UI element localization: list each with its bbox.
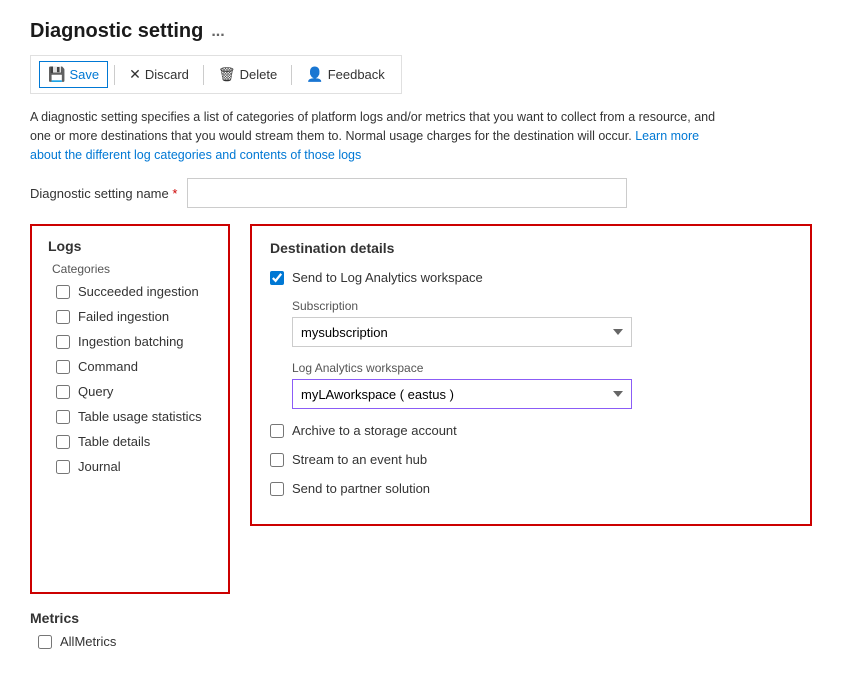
- log-checkbox-command[interactable]: [56, 360, 70, 374]
- delete-icon: 🗑: [218, 66, 236, 83]
- dest-option-archive: Archive to a storage account: [270, 423, 792, 438]
- title-ellipsis[interactable]: ...: [211, 23, 224, 41]
- description-text: A diagnostic setting specifies a list of…: [30, 110, 715, 143]
- delete-label: Delete: [240, 67, 278, 82]
- dest-label-event-hub[interactable]: Stream to an event hub: [292, 452, 427, 467]
- log-label-ingestion-batching[interactable]: Ingestion batching: [78, 334, 184, 349]
- discard-label: Discard: [145, 67, 189, 82]
- metric-checkbox-allmetrics[interactable]: [38, 635, 52, 649]
- dest-checkbox-log-analytics[interactable]: [270, 271, 284, 285]
- setting-name-row: Diagnostic setting name *: [30, 178, 812, 208]
- log-label-table-usage[interactable]: Table usage statistics: [78, 409, 202, 424]
- subscription-select[interactable]: mysubscription: [292, 317, 632, 347]
- log-item-query: Query: [48, 384, 212, 399]
- log-item-table-usage: Table usage statistics: [48, 409, 212, 424]
- left-column: Logs Categories Succeeded ingestion Fail…: [30, 224, 230, 659]
- setting-name-input[interactable]: [187, 178, 627, 208]
- log-checkbox-succeeded-ingestion[interactable]: [56, 285, 70, 299]
- toolbar-divider-1: [114, 65, 115, 85]
- metric-label-allmetrics[interactable]: AllMetrics: [60, 634, 116, 649]
- log-checkbox-ingestion-batching[interactable]: [56, 335, 70, 349]
- log-label-failed-ingestion[interactable]: Failed ingestion: [78, 309, 169, 324]
- dest-label-log-analytics[interactable]: Send to Log Analytics workspace: [292, 270, 483, 285]
- log-label-query[interactable]: Query: [78, 384, 113, 399]
- toolbar-divider-3: [291, 65, 292, 85]
- log-checkbox-failed-ingestion[interactable]: [56, 310, 70, 324]
- destination-panel: Destination details Send to Log Analytic…: [250, 224, 812, 526]
- dest-option-event-hub: Stream to an event hub: [270, 452, 792, 467]
- metric-item-allmetrics: AllMetrics: [30, 634, 230, 649]
- toolbar: 💾 Save ✕ Discard 🗑 Delete 👤 Feedback: [30, 55, 402, 94]
- workspace-fields: Log Analytics workspace myLAworkspace ( …: [292, 361, 792, 409]
- subscription-label: Subscription: [292, 299, 792, 313]
- log-item-succeeded-ingestion: Succeeded ingestion: [48, 284, 212, 299]
- toolbar-divider-2: [203, 65, 204, 85]
- delete-button[interactable]: 🗑 Delete: [210, 62, 285, 87]
- dest-checkbox-event-hub[interactable]: [270, 453, 284, 467]
- save-icon: 💾: [48, 66, 65, 83]
- main-content: Logs Categories Succeeded ingestion Fail…: [30, 224, 812, 659]
- categories-label: Categories: [48, 262, 212, 276]
- feedback-icon: 👤: [306, 66, 323, 83]
- dest-checkbox-partner[interactable]: [270, 482, 284, 496]
- log-checkbox-query[interactable]: [56, 385, 70, 399]
- dest-option-partner: Send to partner solution: [270, 481, 792, 496]
- save-label: Save: [69, 67, 99, 82]
- workspace-select[interactable]: myLAworkspace ( eastus ): [292, 379, 632, 409]
- logs-title: Logs: [48, 238, 212, 254]
- log-item-failed-ingestion: Failed ingestion: [48, 309, 212, 324]
- metrics-title: Metrics: [30, 610, 230, 626]
- discard-button[interactable]: ✕ Discard: [121, 62, 197, 87]
- log-item-journal: Journal: [48, 459, 212, 474]
- log-checkbox-table-details[interactable]: [56, 435, 70, 449]
- discard-icon: ✕: [129, 66, 141, 83]
- dest-label-archive[interactable]: Archive to a storage account: [292, 423, 457, 438]
- log-item-command: Command: [48, 359, 212, 374]
- log-item-table-details: Table details: [48, 434, 212, 449]
- dest-label-partner[interactable]: Send to partner solution: [292, 481, 430, 496]
- description: A diagnostic setting specifies a list of…: [30, 108, 730, 164]
- feedback-label: Feedback: [328, 67, 385, 82]
- save-button[interactable]: 💾 Save: [39, 61, 108, 88]
- logs-panel: Logs Categories Succeeded ingestion Fail…: [30, 224, 230, 594]
- log-checkbox-table-usage[interactable]: [56, 410, 70, 424]
- log-label-journal[interactable]: Journal: [78, 459, 121, 474]
- title-text: Diagnostic setting: [30, 20, 203, 43]
- feedback-button[interactable]: 👤 Feedback: [298, 62, 393, 87]
- destination-title: Destination details: [270, 240, 792, 256]
- subscription-fields: Subscription mysubscription: [292, 299, 792, 347]
- setting-name-label: Diagnostic setting name *: [30, 186, 177, 201]
- dest-option-log-analytics: Send to Log Analytics workspace: [270, 270, 792, 285]
- log-label-command[interactable]: Command: [78, 359, 138, 374]
- dest-checkbox-archive[interactable]: [270, 424, 284, 438]
- log-checkbox-journal[interactable]: [56, 460, 70, 474]
- page-title: Diagnostic setting ...: [30, 20, 812, 43]
- metrics-section: Metrics AllMetrics: [30, 610, 230, 659]
- log-label-table-details[interactable]: Table details: [78, 434, 150, 449]
- workspace-label: Log Analytics workspace: [292, 361, 792, 375]
- log-item-ingestion-batching: Ingestion batching: [48, 334, 212, 349]
- log-label-succeeded-ingestion[interactable]: Succeeded ingestion: [78, 284, 199, 299]
